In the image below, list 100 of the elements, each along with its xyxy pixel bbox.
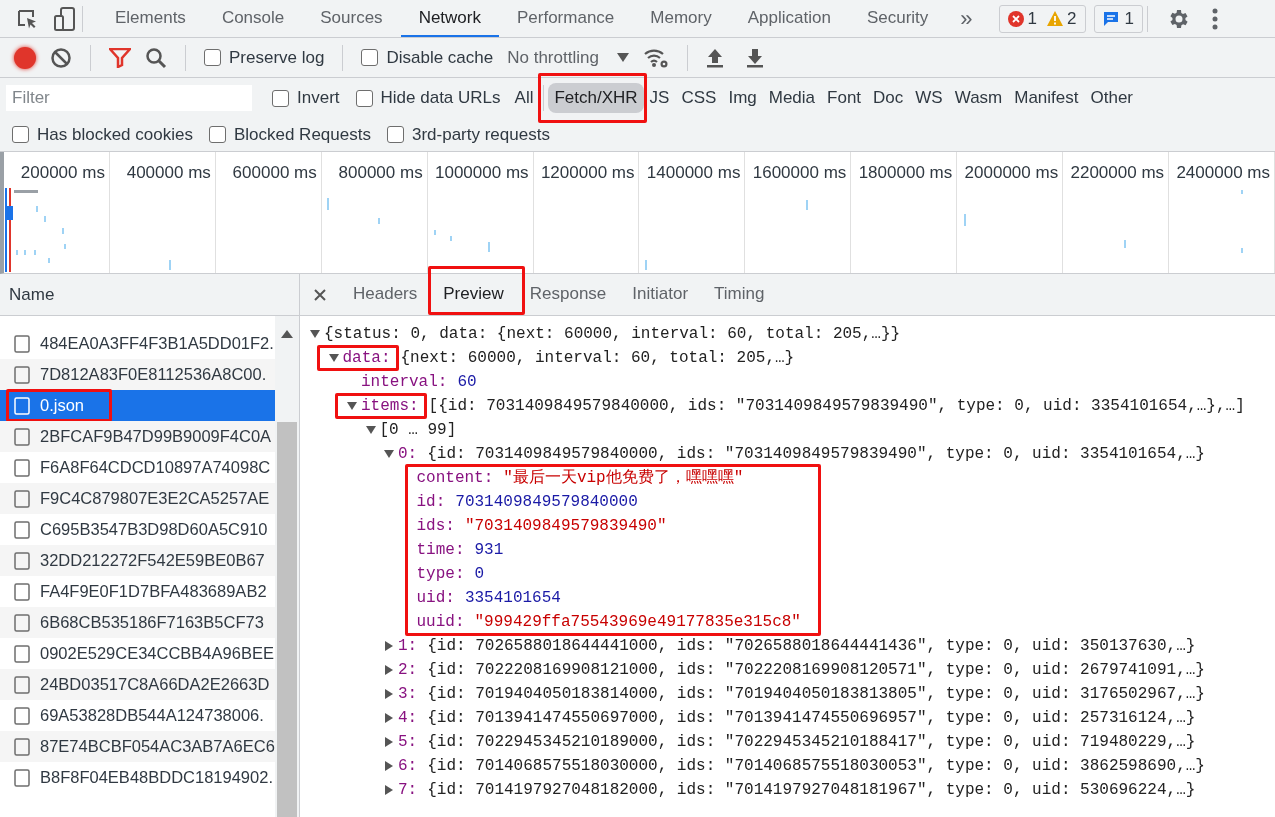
resource-type-filter[interactable]: Font	[821, 83, 868, 113]
resource-type-filter[interactable]: CSS	[675, 83, 723, 113]
property-key: 6:	[398, 754, 418, 778]
collapsed-triangle-icon[interactable]	[384, 737, 394, 747]
download-icon[interactable]	[745, 47, 764, 68]
detail-tab[interactable]: Preview	[430, 274, 517, 315]
expanded-triangle-icon[interactable]	[328, 353, 339, 363]
request-row[interactable]: 32DD212272F542E59BE0B67	[0, 545, 275, 576]
panel-tab[interactable]: Performance	[499, 0, 633, 37]
message-icon	[1102, 10, 1119, 27]
request-row[interactable]: 87E74BCBF054AC3AB7A6EC6	[0, 731, 275, 762]
property-key: uuid:	[416, 610, 465, 634]
more-options-icon[interactable]	[1211, 7, 1218, 30]
issues-badge[interactable]: 1 2	[998, 4, 1086, 33]
more-tabs-button[interactable]: »	[946, 0, 987, 37]
resource-type-filter[interactable]: Media	[762, 83, 822, 113]
object-preview: {id: 7014068575518030000, ids: "7014068575518030053", type: 0, uid: 3862598690,…}	[427, 756, 1205, 777]
expanded-triangle-icon[interactable]	[347, 401, 357, 411]
property-key: id:	[416, 490, 446, 514]
expanded-triangle-icon[interactable]	[310, 329, 320, 339]
record-button[interactable]	[14, 46, 36, 69]
request-row[interactable]: 7D812A83F0E8112536A8C00.	[0, 359, 275, 390]
property-value: 60	[457, 372, 477, 393]
upload-icon[interactable]	[705, 47, 724, 68]
document-icon	[14, 706, 30, 725]
expanded-triangle-icon[interactable]	[384, 449, 394, 459]
scroll-up-icon[interactable]	[281, 330, 293, 338]
column-header: Name	[9, 283, 55, 306]
resource-type-filter[interactable]: Doc	[867, 83, 910, 113]
panel-tab[interactable]: Application	[729, 0, 849, 37]
collapsed-triangle-icon[interactable]	[384, 689, 394, 699]
object-preview: {next: 60000, interval: 60, total: 205,…}	[400, 348, 795, 369]
object-preview: {id: 7013941474550697000, ids: "7013941474550696957", type: 0, uid: 257316124,…}	[427, 708, 1196, 729]
property-key: 3:	[398, 682, 418, 706]
collapsed-triangle-icon[interactable]	[384, 665, 394, 675]
messages-badge[interactable]: 1	[1093, 4, 1143, 33]
request-name: 87E74BCBF054AC3AB7A6EC6	[40, 736, 275, 758]
property-key: content:	[416, 466, 494, 490]
message-count: 1	[1124, 7, 1134, 30]
scrollbar[interactable]	[275, 316, 299, 817]
panel-tab[interactable]: Console	[203, 0, 303, 37]
object-preview: {id: 7019404050183814000, ids: "7019404050183813805", type: 0, uid: 3176502967,…}	[427, 684, 1205, 705]
detail-tab[interactable]: Initiator	[619, 274, 702, 315]
document-icon	[14, 365, 30, 384]
checkbox[interactable]	[208, 126, 226, 143]
property-key: 0:	[398, 442, 418, 466]
checkbox[interactable]	[12, 126, 29, 143]
detail-tab[interactable]: Response	[516, 274, 620, 315]
time-tick-label: 1000000 ms	[435, 162, 529, 184]
panel-tab[interactable]: Memory	[632, 0, 730, 37]
property-value: "最后一天vip他免费了，嘿嘿嘿"	[503, 468, 744, 489]
document-icon	[14, 768, 30, 787]
object-preview: {id: 7022208169908121000, ids: "7022208169908120571", type: 0, uid: 2679741091,…}	[427, 660, 1205, 681]
warning-count: 2	[1067, 7, 1077, 30]
checkbox[interactable]	[386, 126, 404, 143]
detail-tab[interactable]: Timing	[701, 274, 778, 315]
request-row[interactable]: 6B68CB535186F7163B5CF73	[0, 607, 275, 638]
filter-icon[interactable]	[109, 47, 131, 68]
property-key: uid:	[416, 586, 455, 610]
clear-icon[interactable]	[50, 46, 72, 69]
request-row[interactable]: 2BFCAF9B47D99B9009F4C0A	[0, 421, 275, 452]
property-value: "7031409849579839490"	[464, 516, 667, 537]
time-tick-label: 1400000 ms	[646, 162, 741, 184]
expanded-triangle-icon[interactable]	[365, 425, 376, 435]
time-tick-label: 1600000 ms	[752, 162, 847, 184]
request-row[interactable]: F9C4C879807E3E2CA5257AE	[0, 483, 275, 514]
collapsed-triangle-icon[interactable]	[384, 713, 394, 723]
resource-type-filter[interactable]: Manifest	[1008, 83, 1085, 113]
request-name: FA4F9E0F1D7BFA483689AB2	[40, 581, 267, 603]
collapsed-triangle-icon[interactable]	[384, 785, 394, 795]
checkbox[interactable]	[355, 89, 373, 107]
document-icon	[14, 520, 30, 539]
resource-type-filter[interactable]: WS	[909, 83, 949, 113]
object-preview: {id: 7014197927048182000, ids: "7014197927048181967", type: 0, uid: 530696224,…}	[427, 780, 1196, 801]
detail-tab[interactable]: Headers	[340, 274, 431, 315]
resource-type-filter[interactable]: Other	[1084, 83, 1140, 113]
device-toolbar-icon[interactable]	[52, 5, 78, 32]
resource-type-filter[interactable]: Img	[722, 83, 763, 113]
checkbox[interactable]	[204, 49, 221, 66]
resource-type-filter[interactable]: All	[508, 83, 540, 113]
resource-type-filter[interactable]: Fetch/XHR	[548, 83, 644, 113]
filter-field[interactable]: Filter	[6, 85, 252, 111]
panel-tab[interactable]: Sources	[302, 0, 401, 37]
document-icon	[14, 551, 30, 570]
checkbox-label: Blocked Requests	[233, 123, 371, 146]
resource-type-filter[interactable]: Wasm	[948, 83, 1009, 113]
panel-tab[interactable]: Elements	[97, 0, 204, 37]
request-name: 0.json	[40, 395, 85, 417]
checkbox[interactable]	[361, 49, 379, 66]
collapsed-triangle-icon[interactable]	[384, 641, 394, 651]
panel-tab[interactable]: Security	[848, 0, 947, 37]
request-row[interactable]: 24BD03517C8A66DA2E2663D	[0, 669, 275, 700]
collapsed-triangle-icon[interactable]	[384, 761, 394, 771]
search-icon[interactable]	[145, 46, 167, 69]
checkbox[interactable]	[272, 89, 289, 107]
property-key: 2:	[398, 658, 418, 682]
resource-type-filter[interactable]: JS	[643, 83, 676, 113]
time-tick-label: 800000 ms	[338, 162, 423, 184]
throttling-dropdown[interactable]: No throttling	[507, 44, 629, 71]
request-row[interactable]: 0.json	[0, 390, 275, 421]
